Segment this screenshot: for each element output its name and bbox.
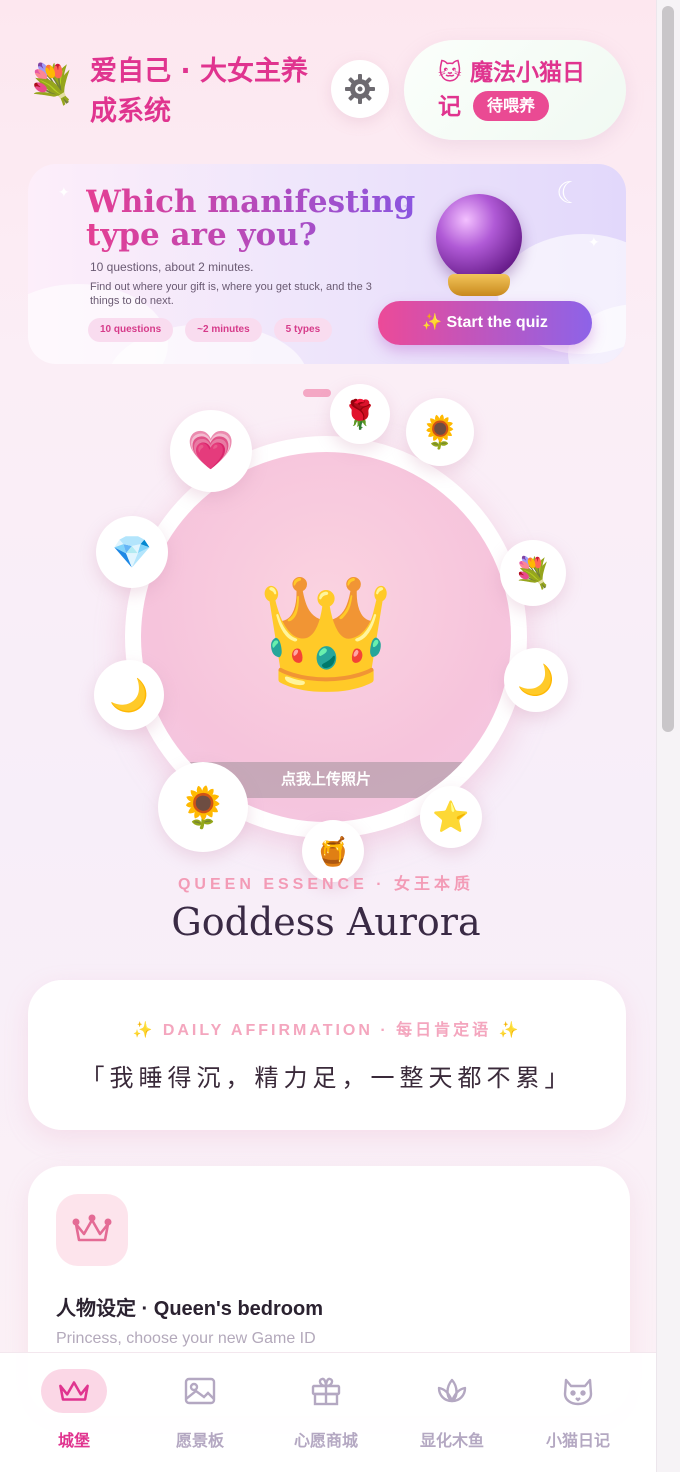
cat-diary-button[interactable]: 🐱 魔法小猫日记 待喂养 [404, 40, 626, 140]
gem-orbit-icon[interactable]: 💎 [96, 516, 168, 588]
moon-orbit-icon[interactable]: 🌙 [504, 648, 568, 712]
crescent-moon-icon: ☾ [556, 177, 583, 210]
character-card-title: 人物设定 · Queen's bedroom [56, 1298, 324, 1320]
start-quiz-button[interactable]: ✨ Start the quiz [378, 301, 592, 345]
quiz-banner[interactable]: ✦ ✦ ✦ ☾ Which manifesting type are you? … [28, 164, 626, 364]
rose-orbit-icon[interactable]: 🌹 [330, 384, 390, 444]
carousel-indicator[interactable] [303, 389, 331, 397]
nav-item-castle[interactable]: 城堡 [14, 1369, 134, 1459]
nav-item-wish-shop[interactable]: 心愿商城 [266, 1369, 386, 1459]
affirmation-label: ✨ DAILY AFFIRMATION · 每日肯定语 ✨ [132, 1022, 522, 1039]
app-header: 💐 爱自己 · 大女主养成系统 🐱 魔法小猫日记 待喂养 [28, 40, 628, 140]
crown-icon [59, 1381, 89, 1401]
nav-item-cat-diary[interactable]: 小猫日记 [518, 1369, 638, 1459]
moon-orbit-icon[interactable]: 🌙 [94, 660, 164, 730]
affirmation-text: 「我睡得沉，精力足，一整天都不累」 [80, 1064, 574, 1092]
quiz-subtitle: 10 questions, about 2 minutes. [90, 260, 254, 274]
chip-duration: ~2 minutes [185, 318, 262, 342]
sparkle-icon: ✦ [58, 184, 70, 200]
app-title: 爱自己 · 大女主养成系统 [90, 56, 309, 127]
nav-label: 城堡 [57, 1433, 90, 1450]
crystal-ball-icon [432, 192, 522, 302]
bottom-nav: 城堡 愿景板 心愿商城 显化木鱼 小猫日记 [0, 1352, 656, 1472]
heart-orbit-icon[interactable]: 💗 [170, 410, 252, 492]
crown-outline-icon [56, 1194, 128, 1266]
status-badge: 待喂养 [473, 90, 550, 121]
essence-label: QUEEN ESSENCE · 女王本质 [177, 876, 475, 893]
sparkle-icon: ✦ [588, 234, 600, 250]
nav-label: 显化木鱼 [419, 1433, 484, 1450]
nav-label: 心愿商城 [293, 1433, 358, 1450]
scrollbar-track[interactable] [656, 0, 680, 1472]
nav-item-wooden-fish[interactable]: 显化木鱼 [392, 1369, 512, 1459]
gear-icon [345, 74, 375, 104]
image-icon [184, 1377, 216, 1405]
goddess-name: Goddess Aurora [171, 900, 481, 944]
cat-icon [563, 1378, 593, 1406]
quiz-description: Find out where your gift is, where you g… [90, 281, 372, 307]
quiz-chips: 10 questions ~2 minutes 5 types [88, 318, 333, 342]
lotus-icon [437, 1378, 467, 1403]
scrollbar-thumb[interactable] [662, 6, 674, 732]
chip-questions: 10 questions [88, 318, 174, 342]
sunflower-orbit-icon[interactable]: 🌻 [406, 398, 474, 466]
cat-icon: 🐱 [438, 60, 462, 86]
settings-button[interactable] [331, 60, 389, 118]
affirmation-card: ✨ DAILY AFFIRMATION · 每日肯定语 ✨ 「我睡得沉，精力足，… [28, 980, 626, 1130]
sunflower-orbit-icon[interactable]: 🌻 [158, 762, 248, 852]
star-orbit-icon[interactable]: ⭐ [420, 786, 482, 848]
bouquet-logo-icon: 💐 [28, 64, 76, 106]
nav-label: 愿景板 [175, 1433, 224, 1450]
nav-label: 小猫日记 [545, 1433, 610, 1450]
quiz-title: Which manifesting type are you? [86, 184, 416, 253]
chip-types: 5 types [273, 318, 333, 342]
nav-item-vision-board[interactable]: 愿景板 [140, 1369, 260, 1459]
character-card-subtitle: Princess, choose your new Game ID [56, 1330, 316, 1347]
crown-icon: 👑 [257, 572, 395, 695]
bouquet-orbit-icon[interactable]: 💐 [500, 540, 566, 606]
gift-icon [311, 1377, 341, 1406]
